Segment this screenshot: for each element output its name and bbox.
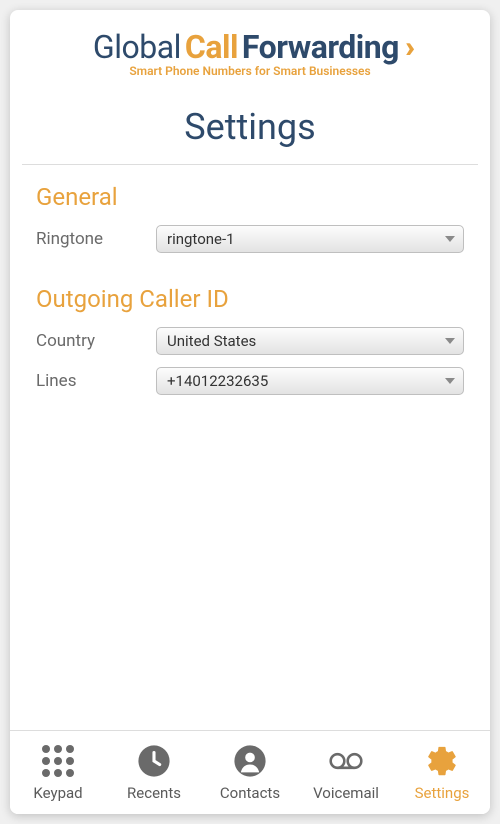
tab-recents[interactable]: Recents [106, 731, 202, 814]
row-country: Country United States [36, 327, 464, 355]
gear-icon [425, 744, 459, 778]
select-lines[interactable]: +14012232635 [156, 367, 464, 395]
tab-label-contacts: Contacts [220, 784, 280, 802]
label-ringtone: Ringtone [36, 229, 156, 249]
tab-label-keypad: Keypad [33, 784, 82, 802]
logo-word-forwarding: Forwarding [242, 28, 399, 66]
tab-keypad[interactable]: Keypad [10, 731, 106, 814]
tab-label-settings: Settings [415, 784, 470, 802]
voicemail-icon [329, 744, 363, 778]
row-ringtone: Ringtone ringtone-1 [36, 225, 464, 253]
tab-label-voicemail: Voicemail [313, 784, 379, 802]
select-country[interactable]: United States [156, 327, 464, 355]
section-title-caller-id: Outgoing Caller ID [36, 285, 464, 313]
chevron-down-icon [445, 236, 455, 242]
logo-tagline: Smart Phone Numbers for Smart Businesses [40, 64, 460, 78]
tab-settings[interactable]: Settings [394, 731, 490, 814]
label-country: Country [36, 331, 156, 351]
chevron-down-icon [445, 338, 455, 344]
page-title: Settings [10, 88, 490, 164]
tab-voicemail[interactable]: Voicemail [298, 731, 394, 814]
settings-content: General Ringtone ringtone-1 Outgoing Cal… [10, 165, 490, 730]
logo-area: GlobalCallForwarding ›› Smart Phone Numb… [10, 10, 490, 88]
tab-contacts[interactable]: Contacts [202, 731, 298, 814]
chevron-down-icon [445, 378, 455, 384]
row-lines: Lines +14012232635 [36, 367, 464, 395]
brand-logo: GlobalCallForwarding ›› [93, 28, 407, 66]
clock-icon [137, 744, 171, 778]
label-lines: Lines [36, 371, 156, 391]
select-lines-value: +14012232635 [167, 372, 268, 390]
tab-bar: Keypad Recents Contacts [10, 730, 490, 814]
logo-word-call: Call [185, 28, 238, 66]
tab-label-recents: Recents [127, 784, 181, 802]
select-country-value: United States [167, 332, 256, 350]
person-icon [233, 744, 267, 778]
select-ringtone-value: ringtone-1 [167, 230, 235, 248]
app-frame: GlobalCallForwarding ›› Smart Phone Numb… [10, 10, 490, 814]
select-ringtone[interactable]: ringtone-1 [156, 225, 464, 253]
logo-word-global: Global [93, 28, 181, 66]
section-title-general: General [36, 183, 464, 211]
logo-chevrons-icon: ›› [405, 30, 407, 65]
keypad-icon [41, 744, 75, 778]
